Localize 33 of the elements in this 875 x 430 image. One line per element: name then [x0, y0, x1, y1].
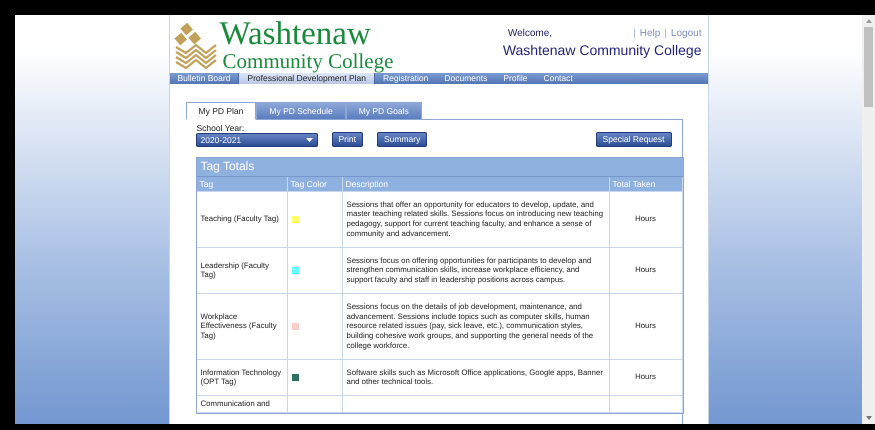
logo-title: Washtenaw: [220, 18, 372, 51]
tab[interactable]: My PD Goals: [346, 102, 422, 120]
scroll-up-icon[interactable]: [866, 19, 872, 23]
column-header: Description: [342, 176, 610, 191]
header-link[interactable]: Logout: [670, 28, 702, 39]
nav-item[interactable]: Documents: [436, 73, 496, 84]
link-separator: |: [633, 28, 636, 39]
scroll-down-icon[interactable]: [866, 416, 872, 420]
nav-item[interactable]: Bulletin Board: [170, 73, 238, 84]
nav-item[interactable]: Registration: [375, 73, 436, 84]
column-header: Tag: [196, 176, 288, 191]
tab[interactable]: My PD Plan: [186, 102, 256, 120]
user-name: Washtenaw Community College: [502, 42, 702, 58]
logo-icon: [174, 21, 218, 69]
logo-subtitle: Community College: [222, 51, 394, 72]
welcome-text: Welcome,: [508, 28, 552, 39]
special-request-button[interactable]: Special Request: [596, 132, 672, 147]
header-link[interactable]: Help: [640, 28, 660, 39]
column-header: Total Taken: [610, 176, 682, 191]
nav-item[interactable]: Contact: [535, 73, 581, 84]
column-header: Tag Color: [288, 176, 342, 191]
table-title: Tag Totals: [196, 158, 682, 177]
action-button[interactable]: Print: [332, 132, 363, 147]
nav-item[interactable]: Profile: [495, 73, 536, 84]
scrollbar[interactable]: [862, 15, 875, 424]
caret-icon: [306, 138, 312, 142]
nav-item[interactable]: Professional Development Plan: [238, 73, 376, 84]
link-separator: |: [664, 28, 667, 39]
school-year-dropdown[interactable]: 2020-2021: [196, 132, 318, 147]
scroll-thumb[interactable]: [864, 27, 873, 107]
action-button[interactable]: Summary: [376, 132, 428, 147]
school-year-label: School Year:: [196, 122, 246, 133]
tab[interactable]: My PD Schedule: [256, 102, 346, 120]
